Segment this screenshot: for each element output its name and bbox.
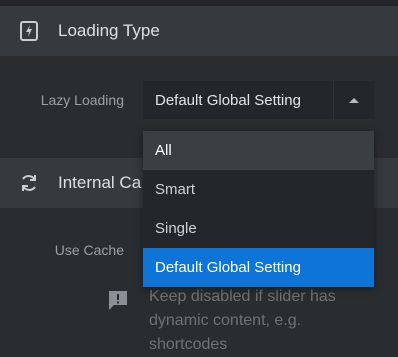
section-header-loading-type: Loading Type <box>0 6 398 56</box>
option-single[interactable]: Single <box>143 209 374 248</box>
option-smart[interactable]: Smart <box>143 170 374 209</box>
section-title: Internal Ca <box>58 173 142 192</box>
comment-alert-icon <box>107 289 129 311</box>
lazy-loading-label: Lazy Loading <box>40 92 124 108</box>
option-default-global-setting[interactable]: Default Global Setting <box>143 248 374 287</box>
refresh-icon <box>18 172 40 194</box>
lazy-loading-dropdown: All Smart Single Default Global Setting <box>143 131 374 287</box>
select-value: Default Global Setting <box>155 91 301 109</box>
option-all[interactable]: All <box>143 131 374 170</box>
hint-text: Keep disabled if slider has dynamic cont… <box>149 288 336 353</box>
lazy-loading-icon <box>18 20 40 42</box>
section-title: Loading Type <box>58 21 160 40</box>
chevron-up-icon[interactable] <box>333 81 374 119</box>
use-cache-label: Use Cache <box>54 242 124 258</box>
lazy-loading-select[interactable]: Default Global Setting <box>143 81 374 119</box>
